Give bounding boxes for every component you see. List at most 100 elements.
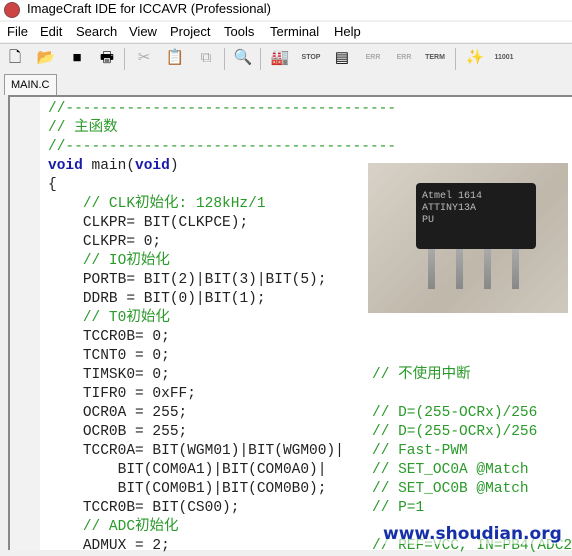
build-icon[interactable]: 🏭 <box>270 48 290 68</box>
print-icon[interactable]: 🖶 <box>97 48 117 68</box>
error-next-icon[interactable]: ERR <box>394 48 414 68</box>
chip-pin <box>484 249 491 289</box>
inline-comment: // D=(255-OCRx)/256 <box>372 424 538 440</box>
code-line: DDRB = BIT(0)|BIT(1); <box>48 290 266 309</box>
code-line: CLKPR= 0; <box>48 233 161 252</box>
code-editor[interactable]: //--------------------------------------… <box>8 95 572 554</box>
chip-marking: ATTINY13A <box>422 203 477 214</box>
code-text: TCCR0B= 0; <box>82 329 170 345</box>
inline-comment: // SET_OC0B @Match <box>372 481 529 497</box>
code-text: BIT(COM0B1)|BIT(COM0B0); <box>117 481 327 497</box>
chip-photo: Atmel 1614 ATTINY13A PU <box>368 163 568 313</box>
code-text: main( <box>82 158 136 174</box>
menu-edit[interactable]: Edit <box>40 24 62 39</box>
code-line: TCCR0A= BIT(WGM01)|BIT(WGM00)| // Fast-PW… <box>48 442 468 461</box>
code-line: // T0初始化 <box>48 309 170 328</box>
code-text: BIT(COM0A1)|BIT(COM0A0)| <box>117 462 327 478</box>
code-line: TCCR0B= 0; <box>48 328 170 347</box>
comment: // T0初始化 <box>82 310 170 326</box>
code-line: BIT(COM0A1)|BIT(COM0A0)| // SET_OC0A @Mat… <box>48 461 529 480</box>
menu-bar: File Edit Search View Project Tools Terminal He… <box>0 22 572 42</box>
code-text: PORTB= BIT(2)|BIT(3)|BIT(5); <box>82 272 327 288</box>
comment: // IO初始化 <box>82 253 170 269</box>
toolbar-separator <box>224 48 225 70</box>
stop-icon[interactable]: STOP <box>301 48 321 68</box>
code-text: ADMUX = 2; <box>82 538 170 554</box>
copy-icon[interactable]: ⧉ <box>196 48 216 68</box>
code-line: BIT(COM0B1)|BIT(COM0B0); // SET_OC0B @Mat… <box>48 480 529 499</box>
code-text: TCCR0A= BIT(WGM01)|BIT(WGM00)| <box>82 443 344 459</box>
code-text: TCNT0 = 0; <box>82 348 170 364</box>
toolbar-separator <box>124 48 125 70</box>
code-line: // 主函数 <box>48 119 118 138</box>
project-icon[interactable]: ▤ <box>332 48 352 68</box>
inline-comment: // P=1 <box>372 500 425 516</box>
code-line: CLKPR= BIT(CLKPCE); <box>48 214 248 233</box>
code-line: { <box>48 176 57 195</box>
menu-terminal[interactable]: Terminal <box>270 24 319 39</box>
code-text: OCR0B = 255; <box>82 424 188 440</box>
menu-view[interactable]: View <box>129 24 157 39</box>
chip-marking: Atmel 1614 <box>422 191 483 202</box>
toolbar-separator <box>455 48 456 70</box>
watermark: www.shoudian.org <box>383 524 562 544</box>
code-line: //-------------------------------------- <box>48 100 396 119</box>
comment: // CLK初始化: 128kHz/1 <box>82 196 266 212</box>
code-line: TCNT0 = 0; <box>48 347 170 366</box>
toolbar: 🗋 📂 ■ 🖶 ✂ 📋 ⧉ 🔍 🏭 STOP ▤ ERR ERR TERM ✨ 11001 <box>0 43 572 71</box>
tab-main-c[interactable]: MAIN.C <box>4 74 57 95</box>
code-text: TCCR0B= BIT(CS00); <box>82 500 240 516</box>
inline-comment: // Fast-PWM <box>372 443 468 459</box>
chip-pin <box>512 249 519 289</box>
wizard-icon[interactable]: ✨ <box>465 48 485 68</box>
code-text: TIMSK0= 0; <box>82 367 170 383</box>
code-text: CLKPR= BIT(CLKPCE); <box>82 215 249 231</box>
comment: // 主函数 <box>48 120 118 136</box>
code-line: OCR0A = 255; // D=(255-OCRx)/256 <box>48 404 538 423</box>
code-line: PORTB= BIT(2)|BIT(3)|BIT(5); <box>48 271 327 290</box>
code-line: OCR0B = 255; // D=(255-OCRx)/256 <box>48 423 538 442</box>
terminal-icon[interactable]: TERM <box>425 48 445 68</box>
code-line: TCCR0B= BIT(CS00); // P=1 <box>48 499 424 518</box>
tab-bar: MAIN.C <box>0 71 572 95</box>
paste-icon[interactable]: 📋 <box>165 48 185 68</box>
menu-tools[interactable]: Tools <box>224 24 254 39</box>
code-text: ) <box>169 158 179 174</box>
toolbar-separator <box>260 48 261 70</box>
code-line: ADMUX = 2;// REF=VCC, IN=PB4(ADC2) <box>48 537 572 556</box>
menu-help[interactable]: Help <box>334 24 361 39</box>
chip-pin <box>428 249 435 289</box>
code-text: DDRB = BIT(0)|BIT(1); <box>82 291 266 307</box>
programmer-icon[interactable]: 11001 <box>494 48 514 68</box>
comment: //-------------------------------------- <box>48 139 397 155</box>
attiny13a-chip: Atmel 1614 ATTINY13A PU <box>416 183 536 249</box>
error-prev-icon[interactable]: ERR <box>363 48 383 68</box>
menu-file[interactable]: File <box>7 24 28 39</box>
app-icon <box>4 2 20 18</box>
menu-project[interactable]: Project <box>170 24 210 39</box>
code-text: CLKPR= 0; <box>82 234 162 250</box>
new-file-icon[interactable]: 🗋 <box>5 48 25 68</box>
code-text: TIFR0 = 0xFF; <box>82 386 196 402</box>
open-folder-icon[interactable]: 📂 <box>36 48 56 68</box>
inline-comment: // SET_OC0A @Match <box>372 462 529 478</box>
code-line: void main(void) <box>48 157 179 176</box>
code-line: // IO初始化 <box>48 252 170 271</box>
find-icon[interactable]: 🔍 <box>233 48 253 68</box>
code-line: TIFR0 = 0xFF; <box>48 385 196 404</box>
code-text: { <box>48 177 57 193</box>
keyword: void <box>135 158 170 174</box>
code-line: // CLK初始化: 128kHz/1 <box>48 195 266 214</box>
window-title: ImageCraft IDE for ICCAVR (Professional) <box>27 1 271 16</box>
cut-icon[interactable]: ✂ <box>134 48 154 68</box>
save-icon[interactable]: ■ <box>67 48 87 68</box>
title-bar: ImageCraft IDE for ICCAVR (Professional) <box>0 0 572 20</box>
comment: //-------------------------------------- <box>48 101 397 117</box>
code-line: // ADC初始化 <box>48 518 179 537</box>
code-text: OCR0A = 255; <box>82 405 188 421</box>
chip-marking: PU <box>422 215 435 226</box>
inline-comment: // D=(255-OCRx)/256 <box>372 405 538 421</box>
code-line: //-------------------------------------- <box>48 138 396 157</box>
comment: // ADC初始化 <box>82 519 179 535</box>
menu-search[interactable]: Search <box>76 24 117 39</box>
